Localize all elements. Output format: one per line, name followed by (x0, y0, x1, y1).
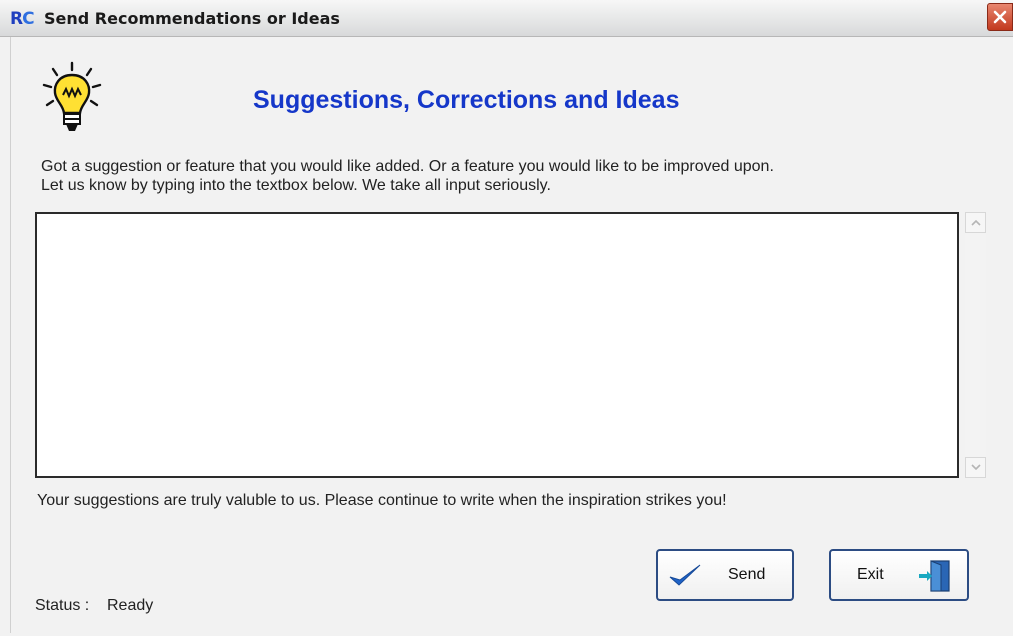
footer-note: Your suggestions are truly valuble to us… (37, 492, 727, 509)
suggestion-input[interactable] (35, 212, 959, 478)
scroll-down-button[interactable] (965, 457, 986, 478)
vertical-scrollbar[interactable] (965, 212, 986, 478)
exit-button-label: Exit (857, 566, 884, 583)
chevron-up-icon (971, 219, 981, 226)
close-icon (993, 10, 1007, 24)
chevron-down-icon (971, 464, 981, 471)
window-title: Send Recommendations or Ideas (44, 9, 340, 28)
close-button[interactable] (987, 3, 1013, 31)
dialog-content: Suggestions, Corrections and Ideas Got a… (10, 37, 1004, 633)
intro-text: Got a suggestion or feature that you wou… (41, 157, 1001, 195)
page-title: Suggestions, Corrections and Ideas (253, 86, 680, 114)
suggestion-box (35, 212, 991, 478)
status-label: Status : (35, 597, 90, 614)
intro-line-2: Let us know by typing into the textbox b… (41, 177, 551, 194)
checkmark-icon (669, 564, 701, 586)
send-button[interactable]: Send (656, 549, 794, 601)
status-value: Ready (107, 597, 154, 614)
dialog-window: RC Send Recommendations or Ideas Suggest… (0, 0, 1013, 636)
lightbulb-icon (42, 61, 102, 131)
intro-line-1: Got a suggestion or feature that you wou… (41, 158, 774, 175)
status-bar: Status : Ready (35, 597, 153, 615)
scroll-up-button[interactable] (965, 212, 986, 233)
exit-door-icon (919, 560, 950, 592)
exit-button[interactable]: Exit (829, 549, 969, 601)
app-logo: RC (10, 9, 35, 29)
send-button-label: Send (728, 566, 766, 583)
title-bar[interactable]: RC Send Recommendations or Ideas (0, 0, 1013, 37)
